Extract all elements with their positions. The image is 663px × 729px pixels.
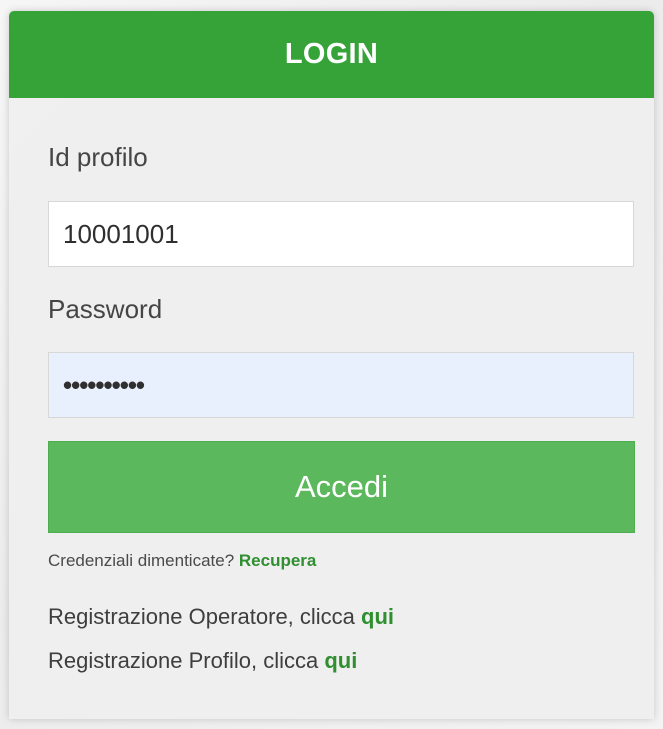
recover-link[interactable]: Recupera: [239, 551, 316, 570]
login-button[interactable]: Accedi: [48, 441, 635, 533]
profile-registration-label: Registrazione Profilo, clicca: [48, 648, 319, 673]
operator-registration: Registrazione Operatore, clicca qui: [48, 604, 394, 630]
password-label: Password: [48, 294, 163, 324]
login-title: LOGIN: [284, 38, 379, 70]
forgot-credentials-text: Credenziali dimenticate? Recupera: [48, 551, 316, 571]
id-profile-label: Id profilo: [48, 142, 148, 172]
forgot-credentials-label: Credenziali dimenticate?: [48, 551, 235, 570]
profile-registration-link[interactable]: qui: [324, 648, 357, 673]
password-input[interactable]: ••••••••••: [48, 352, 634, 418]
id-profile-input[interactable]: 10001001: [48, 201, 634, 267]
login-header: LOGIN: [9, 11, 654, 98]
id-profile-value: 10001001: [63, 218, 179, 249]
profile-registration: Registrazione Profilo, clicca qui: [48, 648, 357, 674]
operator-registration-label: Registrazione Operatore, clicca: [48, 604, 355, 629]
operator-registration-link[interactable]: qui: [361, 604, 394, 629]
login-panel: LOGIN Id profilo 10001001 Password •••••…: [9, 11, 654, 719]
login-button-label: Accedi: [294, 469, 389, 504]
password-value: ••••••••••: [63, 369, 145, 400]
